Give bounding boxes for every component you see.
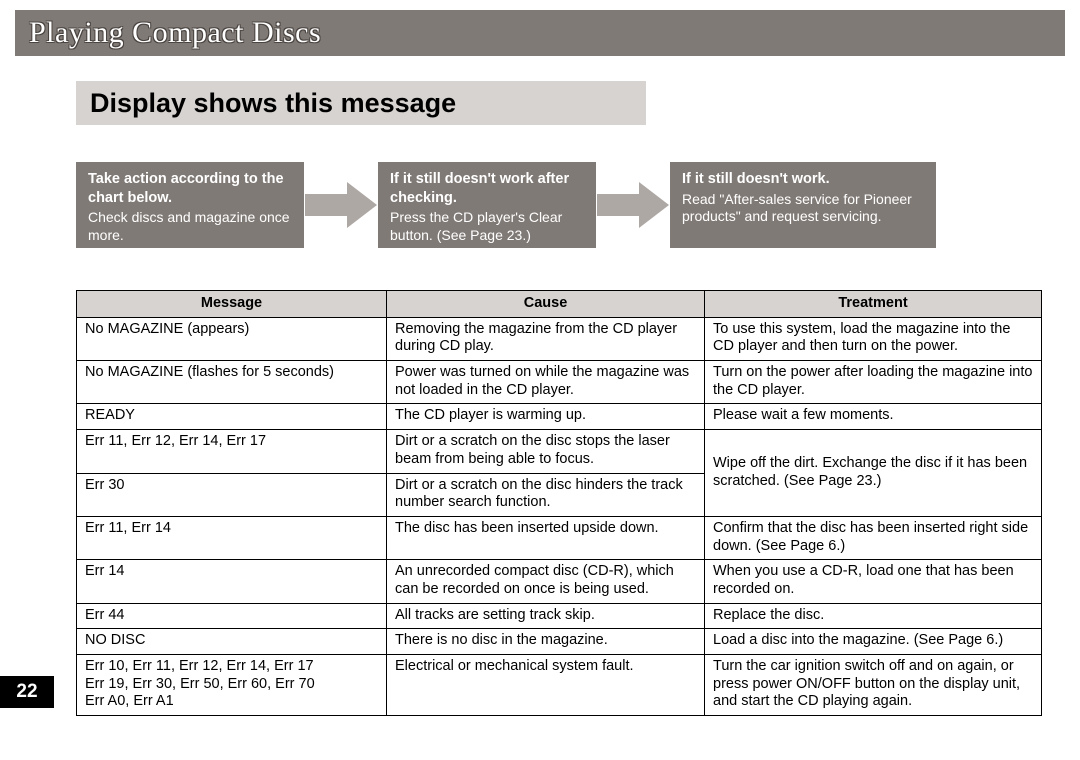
page-number: 22 <box>0 676 54 708</box>
step-body: Press the CD player's Clear button. (See… <box>390 209 584 245</box>
cell-message: Err 11, Err 14 <box>77 516 387 559</box>
step-head: Take action according to the chart below… <box>88 170 292 207</box>
cell-message: Err 14 <box>77 560 387 603</box>
cell-cause: Removing the magazine from the CD player… <box>387 317 705 360</box>
table-row: Err 10, Err 11, Err 12, Err 14, Err 17 E… <box>77 655 1042 716</box>
cell-treatment: Confirm that the disc has been inserted … <box>705 516 1042 559</box>
step-box-2: If it still doesn't work after checking.… <box>378 162 596 248</box>
cell-message: No MAGAZINE (flashes for 5 seconds) <box>77 361 387 404</box>
cell-message: No MAGAZINE (appears) <box>77 317 387 360</box>
cell-treatment: Load a disc into the magazine. (See Page… <box>705 629 1042 655</box>
cell-message: Err 30 <box>77 473 387 516</box>
cell-cause: Dirt or a scratch on the disc stops the … <box>387 430 705 473</box>
step-head: If it still doesn't work. <box>682 170 924 189</box>
cell-treatment: Replace the disc. <box>705 603 1042 629</box>
chapter-title: Playing Compact Discs <box>29 16 321 50</box>
col-header-message: Message <box>77 291 387 318</box>
table-row: Err 44All tracks are setting track skip.… <box>77 603 1042 629</box>
cell-cause: Power was turned on while the magazine w… <box>387 361 705 404</box>
troubleshooting-table: Message Cause Treatment No MAGAZINE (app… <box>76 290 1042 716</box>
table-row: No MAGAZINE (appears)Removing the magazi… <box>77 317 1042 360</box>
cell-cause: There is no disc in the magazine. <box>387 629 705 655</box>
steps-row: Take action according to the chart below… <box>76 162 1042 248</box>
cell-cause: All tracks are setting track skip. <box>387 603 705 629</box>
cell-cause: The disc has been inserted upside down. <box>387 516 705 559</box>
chapter-bar: Playing Compact Discs <box>15 10 1065 56</box>
step-head: If it still doesn't work after checking. <box>390 170 584 207</box>
step-box-1: Take action according to the chart below… <box>76 162 304 248</box>
cell-treatment: Please wait a few moments. <box>705 404 1042 430</box>
arrow-right-icon <box>304 162 378 248</box>
table-row: Err 11, Err 12, Err 14, Err 17Dirt or a … <box>77 430 1042 473</box>
col-header-cause: Cause <box>387 291 705 318</box>
table-header-row: Message Cause Treatment <box>77 291 1042 318</box>
cell-cause: Electrical or mechanical system fault. <box>387 655 705 716</box>
cell-message: NO DISC <box>77 629 387 655</box>
table-row: Err 11, Err 14The disc has been inserted… <box>77 516 1042 559</box>
table-row: No MAGAZINE (flashes for 5 seconds)Power… <box>77 361 1042 404</box>
col-header-treatment: Treatment <box>705 291 1042 318</box>
arrow-right-icon <box>596 162 670 248</box>
cell-treatment: Turn on the power after loading the maga… <box>705 361 1042 404</box>
cell-message: READY <box>77 404 387 430</box>
table-row: Err 14An unrecorded compact disc (CD-R),… <box>77 560 1042 603</box>
cell-message: Err 11, Err 12, Err 14, Err 17 <box>77 430 387 473</box>
cell-cause: Dirt or a scratch on the disc hinders th… <box>387 473 705 516</box>
cell-cause: The CD player is warming up. <box>387 404 705 430</box>
table-row: NO DISCThere is no disc in the magazine.… <box>77 629 1042 655</box>
step-body: Check discs and magazine once more. <box>88 209 292 245</box>
step-body: Read "After-sales service for Pioneer pr… <box>682 191 924 227</box>
cell-treatment: Turn the car ignition switch off and on … <box>705 655 1042 716</box>
step-box-3: If it still doesn't work. Read "After-sa… <box>670 162 936 248</box>
cell-message: Err 44 <box>77 603 387 629</box>
cell-cause: An unrecorded compact disc (CD-R), which… <box>387 560 705 603</box>
cell-treatment: Wipe off the dirt. Exchange the disc if … <box>705 430 1042 517</box>
section-bar: Display shows this message <box>76 81 646 125</box>
table-row: READYThe CD player is warming up.Please … <box>77 404 1042 430</box>
section-title: Display shows this message <box>90 88 456 119</box>
cell-treatment: When you use a CD-R, load one that has b… <box>705 560 1042 603</box>
cell-message: Err 10, Err 11, Err 12, Err 14, Err 17 E… <box>77 655 387 716</box>
cell-treatment: To use this system, load the magazine in… <box>705 317 1042 360</box>
